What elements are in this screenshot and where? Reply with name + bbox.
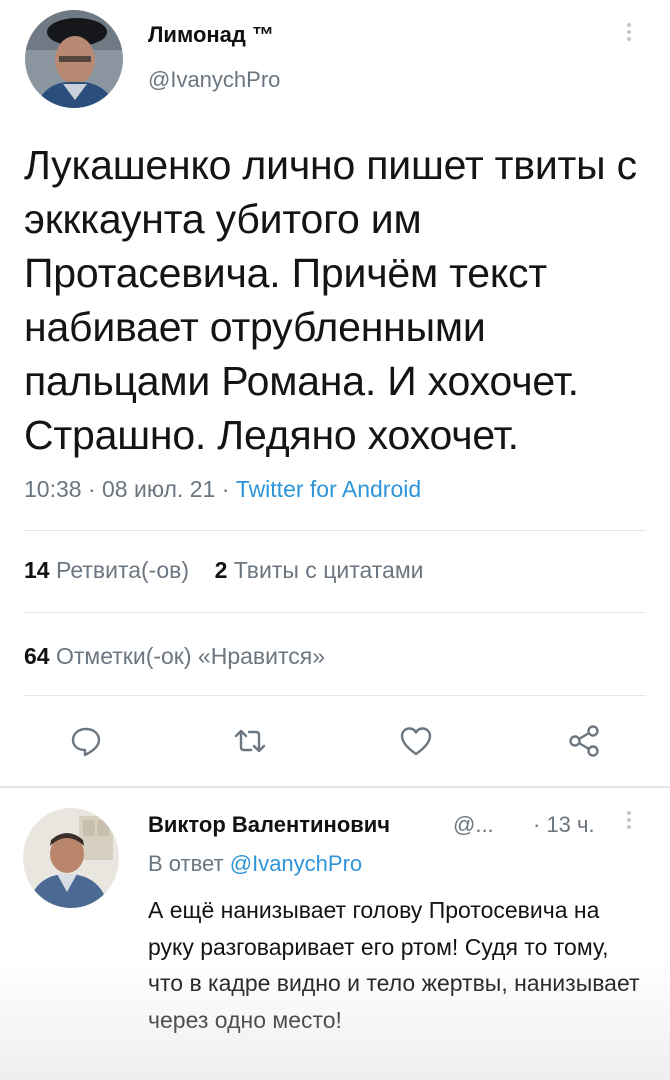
speech-bubble-icon: [71, 727, 101, 757]
author-handle[interactable]: @IvanychPro: [148, 67, 280, 93]
like-button[interactable]: [398, 723, 434, 759]
divider: [24, 530, 646, 531]
reply-button[interactable]: [68, 723, 104, 759]
retweets-stat[interactable]: 14 Ретвита(-ов): [24, 557, 189, 583]
quotes-stat[interactable]: 2 Твиты с цитатами: [215, 557, 424, 583]
reply-author-name[interactable]: Виктор Валентинович: [148, 812, 390, 838]
reply-to-handle-link[interactable]: @IvanychPro: [230, 851, 362, 876]
divider: [24, 612, 646, 613]
tweet-actions-bar: [0, 715, 670, 765]
reply-to-prefix: В ответ: [148, 851, 230, 876]
tweet-source-link[interactable]: Twitter for Android: [236, 476, 421, 502]
share-icon: [569, 725, 599, 757]
quotes-count: 2: [214, 557, 228, 583]
quotes-label: Твиты с цитатами: [233, 557, 424, 583]
author-name[interactable]: Лимонад ™: [148, 22, 274, 48]
retweets-label: Ретвита(-ов): [55, 557, 189, 583]
reply-text: А ещё нанизывает голову Протосевича на р…: [148, 897, 640, 1033]
tweet-separator: [0, 786, 670, 788]
retweet-icon: [234, 729, 266, 753]
reply-author-handle[interactable]: @...: [453, 812, 494, 838]
likes-count: 64: [24, 643, 50, 669]
retweet-button[interactable]: [232, 723, 268, 759]
tweet-meta: 10:38 · 08 июл. 21 · Twitter for Android: [24, 476, 421, 503]
reply-author-avatar[interactable]: [23, 808, 119, 908]
tweet-text: Лукашенко лично пишет твиты с экккаунта …: [24, 142, 637, 458]
reply-to-line: В ответ @IvanychPro: [148, 851, 362, 877]
reply-timestamp[interactable]: · 13 ч.: [533, 812, 595, 838]
reply-avatar-image: [23, 808, 119, 908]
author-avatar-image: [25, 10, 123, 108]
likes-stat[interactable]: 64 Отметки(-ок) «Нравится»: [24, 643, 325, 670]
reply-more-options-icon[interactable]: [624, 808, 634, 838]
tweet-datetime: 10:38 · 08 июл. 21 ·: [24, 476, 236, 502]
likes-label: Отметки(-ок) «Нравится»: [55, 643, 325, 669]
retweets-count: 14: [24, 557, 50, 583]
more-options-icon[interactable]: [624, 20, 634, 50]
author-avatar[interactable]: [25, 10, 123, 108]
heart-icon: [400, 727, 432, 756]
retweet-quote-stats: 14 Ретвита(-ов) 2 Твиты с цитатами: [24, 557, 424, 584]
share-button[interactable]: [566, 723, 602, 759]
divider: [24, 695, 646, 696]
